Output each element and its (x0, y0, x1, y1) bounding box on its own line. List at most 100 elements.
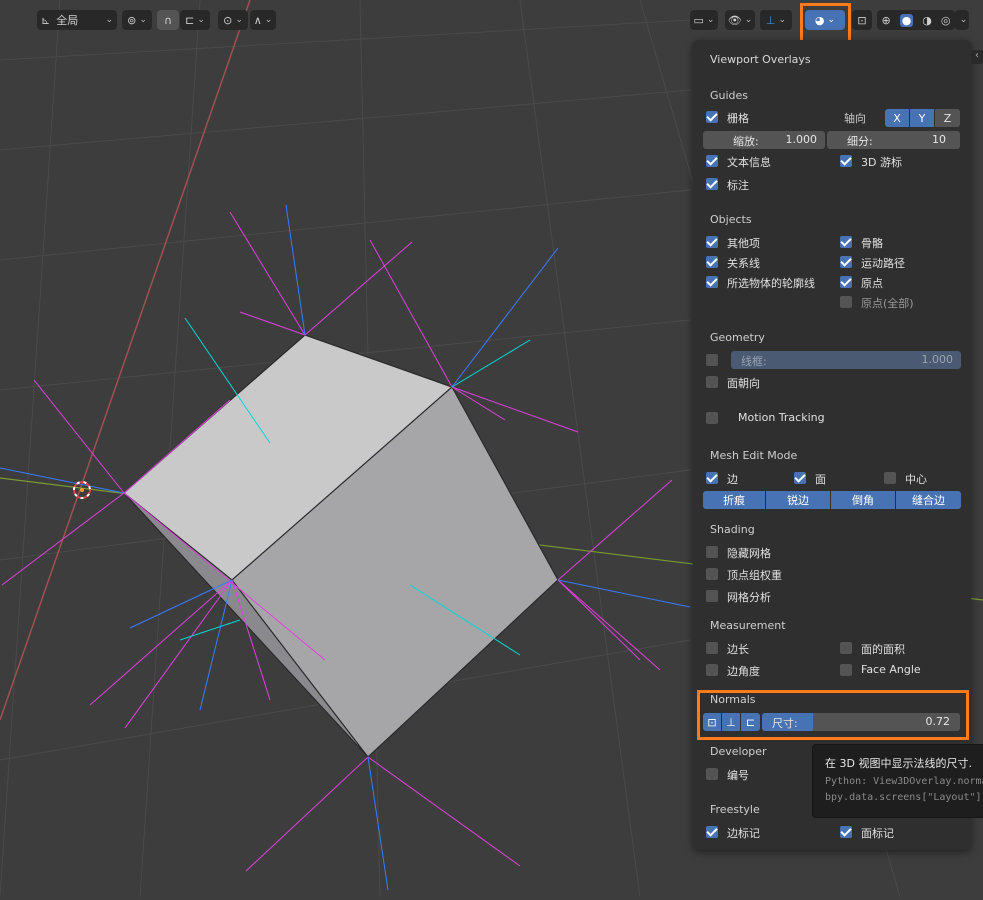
edges-label: 边 (727, 473, 738, 486)
pivot-point-dropdown[interactable]: ⊚ ⌄ (122, 10, 152, 30)
tooltip-description: 在 3D 视图中显示法线的尺寸. (825, 757, 972, 770)
grid-checkbox[interactable] (706, 111, 718, 123)
view-object-types-icon: ▭ (693, 13, 704, 27)
mesh-analysis-checkbox[interactable] (706, 590, 718, 602)
face-orientation-checkbox[interactable] (706, 376, 718, 388)
axis-z-toggle[interactable]: Z (935, 109, 960, 127)
edge-marks-checkbox[interactable] (706, 826, 718, 838)
origins-checkbox[interactable] (840, 276, 852, 288)
faces-checkbox[interactable] (794, 472, 806, 484)
snap-icon: ∩ (163, 13, 173, 27)
origins-all-checkbox[interactable] (840, 296, 852, 308)
chevron-down-icon: ⌄ (744, 15, 753, 25)
proportional-edit-icon: ⊙ (223, 13, 233, 27)
normals-highlight-box (697, 690, 969, 740)
section-freestyle-header: Freestyle (710, 803, 760, 816)
rendered-shading-icon[interactable]: ◎ (941, 14, 951, 27)
mesh-analysis-label: 网格分析 (727, 591, 771, 604)
chevron-down-icon: ⌄ (235, 15, 243, 25)
object-types-dropdown[interactable]: ▭ ⌄ (690, 10, 718, 30)
wireframe-label: 线框: (741, 355, 767, 368)
x-axis-line (0, 0, 251, 721)
outline-selected-label: 所选物体的轮廓线 (727, 277, 815, 290)
section-measurement-header: Measurement (710, 619, 786, 632)
bevel-toggle[interactable]: 倒角 (831, 491, 895, 509)
grid-subdivisions-field[interactable]: 细分: 10 (827, 131, 960, 149)
center-checkbox[interactable] (884, 472, 896, 484)
grid-scale-value: 1.000 (785, 133, 818, 146)
relationship-lines-checkbox[interactable] (706, 256, 718, 268)
outline-selected-checkbox[interactable] (706, 276, 718, 288)
axis-y-toggle[interactable]: Y (910, 109, 934, 127)
origins-label: 原点 (861, 277, 883, 290)
face-area-checkbox[interactable] (840, 642, 852, 654)
transform-axes-icon: ⊾ (41, 13, 51, 27)
grid-scale-field[interactable]: 缩放: 1.000 (703, 131, 825, 149)
section-guides-header: Guides (710, 89, 749, 102)
sidebar-toggle-arrow[interactable]: ‹ (971, 50, 983, 64)
bones-checkbox[interactable] (840, 236, 852, 248)
edge-marks-label: 边标记 (727, 827, 760, 840)
viewport-header: ⊾ 全局 ⌄ ⊚ ⌄ ∩ ⊏ ⌄ ⊙ ⌄ ∧ ⌄ ▭ ⌄ 👁 ⌄ ⊥ ⌄ ◕ ⌄ ⊡ ⊕ ● ◑… (0, 0, 983, 49)
face-area-label: 面的面积 (861, 643, 905, 656)
material-shading-icon[interactable]: ◑ (922, 14, 932, 27)
section-geometry-header: Geometry (710, 331, 765, 344)
chevron-down-icon: ⌄ (105, 15, 113, 25)
extras-checkbox[interactable] (706, 236, 718, 248)
annotations-label: 标注 (727, 179, 749, 192)
transform-orientation-value: 全局 (56, 14, 79, 27)
3d-cursor-checkbox[interactable] (840, 155, 852, 167)
center-label: 中心 (905, 473, 927, 486)
chevron-down-icon: ⌄ (959, 15, 968, 25)
chevron-down-icon: ⌄ (139, 15, 147, 25)
xray-toggle[interactable]: ⊡ (852, 10, 872, 30)
edge-angle-checkbox[interactable] (706, 664, 718, 676)
indices-label: 编号 (727, 769, 749, 782)
proportional-edit-dropdown[interactable]: ⊙ ⌄ (218, 10, 248, 30)
grid-subdivisions-value: 10 (932, 133, 946, 146)
falloff-dropdown[interactable]: ∧ ⌄ (250, 10, 276, 30)
wireframe-shading-icon[interactable]: ⊕ (881, 14, 890, 27)
snap-toggle[interactable]: ∩ (157, 10, 179, 30)
motion-paths-label: 运动路径 (861, 257, 905, 270)
text-info-checkbox[interactable] (706, 155, 718, 167)
motion-tracking-checkbox[interactable] (706, 412, 718, 424)
wireframe-value: 1.000 (921, 353, 954, 366)
solid-shading-icon[interactable]: ● (899, 13, 914, 27)
axis-x-toggle[interactable]: X (885, 109, 909, 127)
edge-length-checkbox[interactable] (706, 642, 718, 654)
annotations-checkbox[interactable] (706, 178, 718, 190)
face-marks-checkbox[interactable] (840, 826, 852, 838)
motion-paths-checkbox[interactable] (840, 256, 852, 268)
face-angle-checkbox[interactable] (840, 664, 852, 676)
sharp-toggle[interactable]: 锐边 (766, 491, 830, 509)
snap-target-dropdown[interactable]: ⊏ ⌄ (180, 10, 210, 30)
transform-orientation-dropdown[interactable]: ⊾ 全局 ⌄ (37, 10, 117, 30)
pivot-icon: ⊚ (127, 13, 137, 27)
relationship-lines-label: 关系线 (727, 257, 760, 270)
visibility-dropdown[interactable]: 👁 ⌄ (725, 10, 755, 30)
3d-cursor-label: 3D 游标 (861, 156, 902, 169)
seams-toggle[interactable]: 缝合边 (896, 491, 961, 509)
hidden-wire-checkbox[interactable] (706, 546, 718, 558)
grid-scale-label: 缩放: (733, 135, 759, 148)
shading-options-dropdown[interactable]: ⌄ (955, 10, 969, 30)
edges-checkbox[interactable] (706, 472, 718, 484)
falloff-icon: ∧ (253, 13, 262, 27)
edge-angle-label: 边角度 (727, 665, 760, 678)
chevron-down-icon: ⌄ (197, 15, 205, 25)
cube-mesh[interactable] (123, 334, 559, 758)
indices-checkbox[interactable] (706, 768, 718, 780)
faces-label: 面 (815, 473, 826, 486)
section-developer-header: Developer (710, 745, 767, 758)
axis-label: 轴向 (844, 112, 866, 125)
vertex-weights-checkbox[interactable] (706, 568, 718, 580)
section-shading-header: Shading (710, 523, 755, 536)
gizmo-dropdown[interactable]: ⊥ ⌄ (760, 10, 792, 30)
wireframe-threshold-slider[interactable]: 线框: 1.000 (731, 351, 961, 369)
chevron-down-icon: ⌄ (264, 15, 273, 25)
chevron-left-icon: ‹ (975, 50, 979, 61)
snap-target-icon: ⊏ (185, 13, 195, 27)
crease-toggle[interactable]: 折痕 (703, 491, 765, 509)
wireframe-checkbox[interactable] (706, 354, 718, 366)
